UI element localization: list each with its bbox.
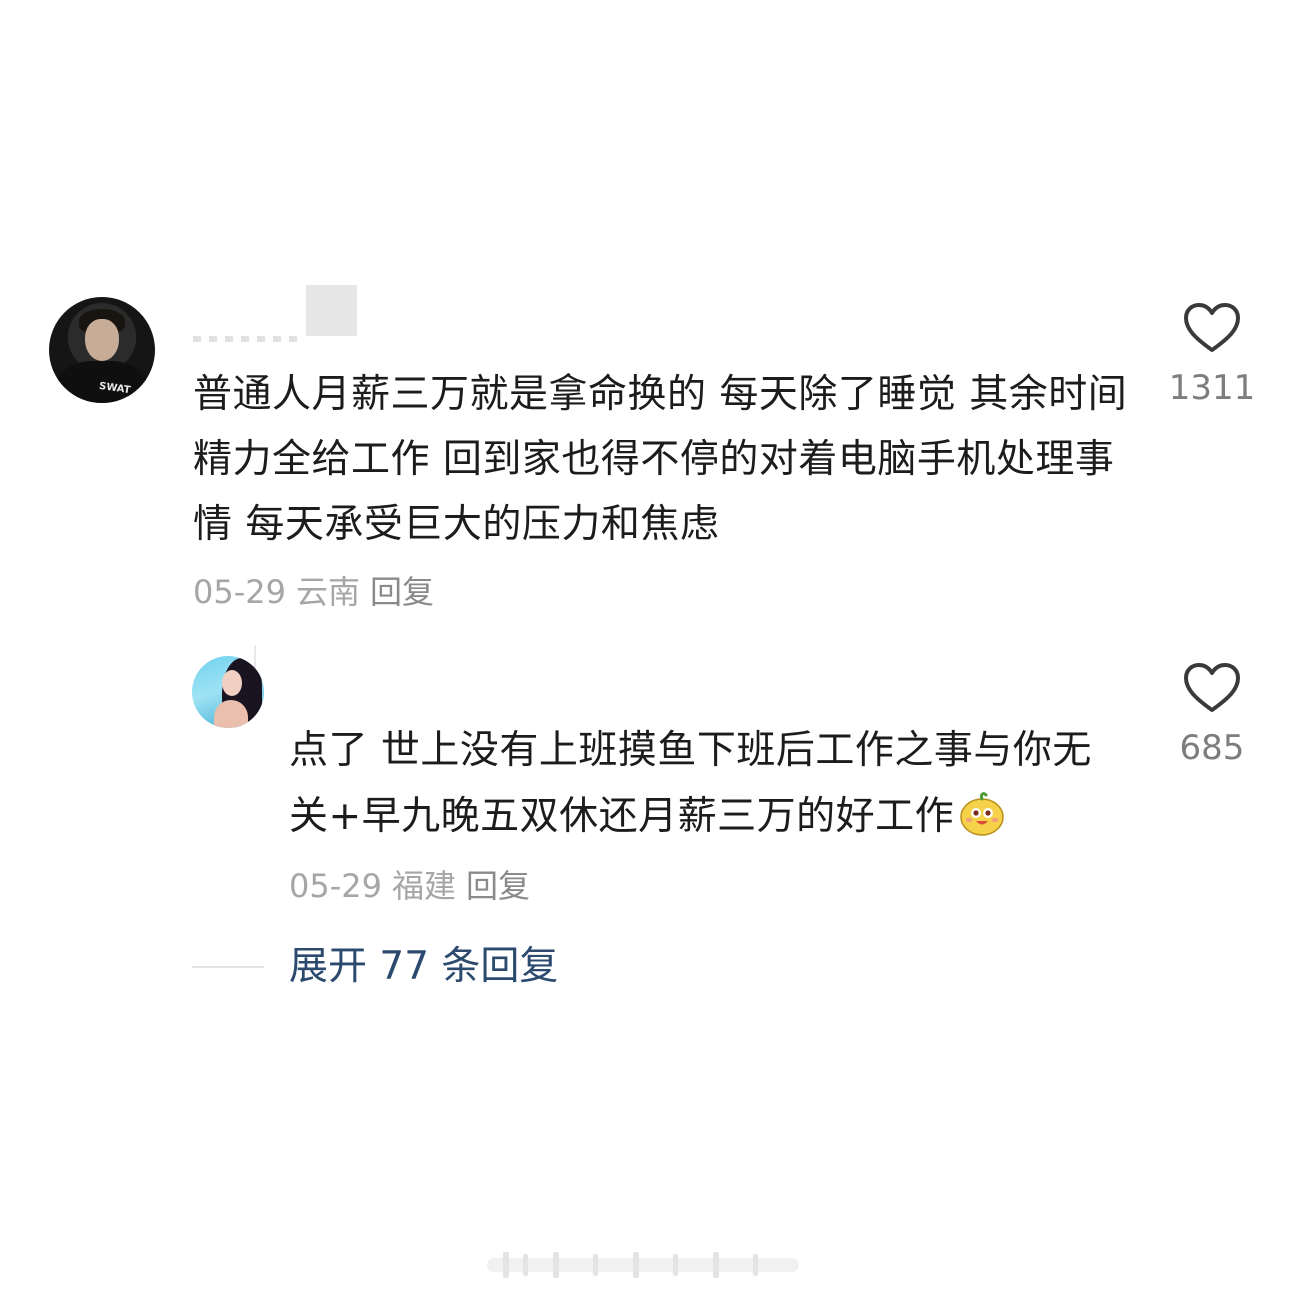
like-count: 685 bbox=[1179, 728, 1245, 768]
like-count: 1311 bbox=[1168, 368, 1256, 408]
watermark-logo bbox=[487, 1252, 799, 1278]
avatar[interactable] bbox=[192, 656, 264, 728]
comment-date: 05-29 bbox=[193, 573, 286, 611]
reply-button[interactable]: 回复 bbox=[466, 867, 530, 905]
reply-meta: 05-29 福建 回复 bbox=[289, 864, 530, 908]
reply-date: 05-29 bbox=[289, 867, 382, 905]
reply-text: 点了 世上没有上班摸鱼下班后工作之事与你无关+早九晚五双休还月薪三万的好工作 bbox=[289, 718, 1129, 850]
reply-button[interactable]: 回复 bbox=[370, 573, 434, 611]
comment-meta: 05-29 云南 回复 bbox=[193, 570, 434, 614]
expand-replies-button[interactable]: 展开 77 条回复 bbox=[289, 942, 558, 992]
username-blurred[interactable] bbox=[193, 322, 303, 342]
expand-divider bbox=[192, 966, 264, 968]
comment-text: 普通人月薪三万就是拿命换的 每天除了睡觉 其余时间精力全给工作 回到家也得不停的… bbox=[193, 372, 1128, 547]
reply-region: 福建 bbox=[391, 867, 456, 905]
comment-region: 云南 bbox=[295, 573, 360, 611]
heart-icon[interactable] bbox=[1183, 302, 1241, 354]
privacy-mask bbox=[306, 285, 357, 336]
heart-icon[interactable] bbox=[1183, 662, 1241, 714]
avatar[interactable]: SWAT bbox=[49, 297, 155, 403]
grinning-mascot-icon bbox=[960, 792, 1004, 836]
